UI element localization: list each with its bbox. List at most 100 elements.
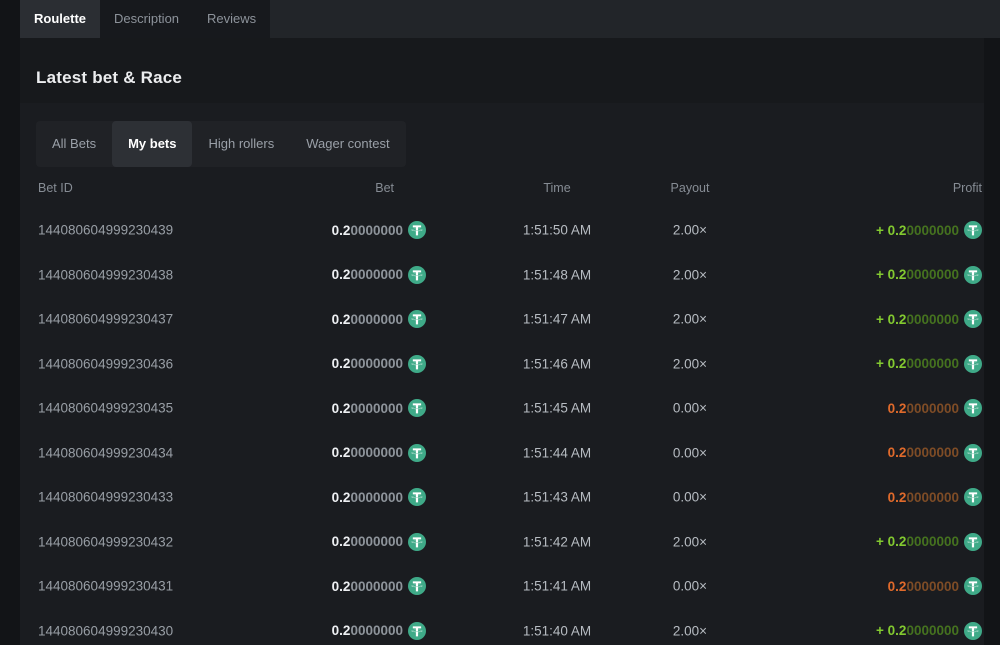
bet-amount: 0.20000000 — [266, 310, 426, 328]
bet-profit: 0.20000000 — [752, 577, 982, 595]
bet-amount-main: 0.2 — [332, 267, 351, 282]
bet-amount: 0.20000000 — [266, 266, 426, 284]
filter-tab[interactable]: All Bets — [36, 121, 112, 167]
tether-coin-icon — [408, 533, 426, 551]
game-tab[interactable]: Reviews — [193, 0, 270, 38]
tether-coin-icon — [964, 310, 982, 328]
bet-id: 144080604999230436 — [38, 356, 173, 371]
latest-bets-section: Latest bet & Race All Bets My bets High … — [20, 38, 984, 645]
filter-tab[interactable]: My bets — [112, 121, 192, 167]
bet-amount-zeros: 0000000 — [350, 534, 403, 549]
tether-coin-icon — [408, 266, 426, 284]
bet-amount-main: 0.2 — [332, 401, 351, 416]
bet-profit-sign: + — [876, 623, 888, 638]
bet-profit-main: 0.2 — [888, 356, 907, 371]
bet-amount-value: 0.20000000 — [332, 223, 403, 238]
header-bet: Bet — [266, 181, 426, 195]
game-tab-label: Roulette — [34, 11, 86, 26]
bet-amount-main: 0.2 — [332, 534, 351, 549]
header-bet-id: Bet ID — [38, 181, 73, 195]
header-payout: Payout — [620, 181, 760, 195]
game-tab[interactable]: Roulette — [20, 0, 100, 38]
bet-id: 144080604999230435 — [38, 401, 173, 416]
bet-amount-zeros: 0000000 — [350, 490, 403, 505]
bet-row[interactable]: 144080604999230432 0.20000000 1:51:42 AM… — [36, 520, 982, 565]
bet-row[interactable]: 144080604999230435 0.20000000 1:51:45 AM… — [36, 386, 982, 431]
bet-profit: + 0.20000000 — [752, 266, 982, 284]
bet-profit-zeros: 0000000 — [906, 401, 959, 416]
bet-row[interactable]: 144080604999230430 0.20000000 1:51:40 AM… — [36, 609, 982, 645]
bet-row[interactable]: 144080604999230439 0.20000000 1:51:50 AM… — [36, 208, 982, 253]
bet-id: 144080604999230431 — [38, 579, 173, 594]
bet-amount-zeros: 0000000 — [350, 579, 403, 594]
bet-amount-zeros: 0000000 — [350, 267, 403, 282]
tether-coin-icon — [964, 577, 982, 595]
bet-amount-zeros: 0000000 — [350, 223, 403, 238]
tether-coin-icon — [408, 577, 426, 595]
bet-profit-zeros: 0000000 — [906, 223, 959, 238]
bet-profit-main: 0.2 — [888, 534, 907, 549]
bet-profit-value: + 0.20000000 — [876, 312, 959, 327]
bet-payout: 2.00× — [620, 623, 760, 638]
tether-coin-icon — [408, 310, 426, 328]
bet-amount-value: 0.20000000 — [332, 356, 403, 371]
bet-row[interactable]: 144080604999230434 0.20000000 1:51:44 AM… — [36, 431, 982, 476]
bet-amount-main: 0.2 — [332, 356, 351, 371]
bet-profit-value: + 0.20000000 — [876, 356, 959, 371]
bet-row[interactable]: 144080604999230436 0.20000000 1:51:46 AM… — [36, 342, 982, 387]
bet-amount-zeros: 0000000 — [350, 445, 403, 460]
bet-profit-main: 0.2 — [888, 312, 907, 327]
bet-row[interactable]: 144080604999230438 0.20000000 1:51:48 AM… — [36, 253, 982, 298]
bet-profit-main: 0.2 — [888, 401, 907, 416]
bet-amount-main: 0.2 — [332, 579, 351, 594]
filter-tab-label: All Bets — [52, 136, 96, 151]
bet-row[interactable]: 144080604999230437 0.20000000 1:51:47 AM… — [36, 297, 982, 342]
tether-coin-icon — [964, 533, 982, 551]
bet-amount: 0.20000000 — [266, 488, 426, 506]
bet-time: 1:51:47 AM — [487, 312, 627, 327]
bet-amount-value: 0.20000000 — [332, 401, 403, 416]
game-tab[interactable]: Description — [100, 0, 193, 38]
bet-row[interactable]: 144080604999230431 0.20000000 1:51:41 AM… — [36, 564, 982, 609]
bet-time: 1:51:41 AM — [487, 579, 627, 594]
filter-tab-label: My bets — [128, 136, 176, 151]
bet-profit-value: 0.20000000 — [888, 445, 959, 460]
bet-time: 1:51:42 AM — [487, 534, 627, 549]
tether-coin-icon — [964, 355, 982, 373]
bet-amount-value: 0.20000000 — [332, 579, 403, 594]
bet-profit-zeros: 0000000 — [906, 267, 959, 282]
filter-tab[interactable]: High rollers — [192, 121, 290, 167]
bet-id: 144080604999230434 — [38, 445, 173, 460]
bet-profit-zeros: 0000000 — [906, 445, 959, 460]
bet-payout: 2.00× — [620, 267, 760, 282]
bet-id: 144080604999230430 — [38, 623, 173, 638]
bets-table-header: Bet ID Bet Time Payout Profit — [36, 167, 982, 208]
bet-profit-sign: + — [876, 267, 888, 282]
bet-profit-zeros: 0000000 — [906, 534, 959, 549]
tether-coin-icon — [964, 488, 982, 506]
bet-profit-value: 0.20000000 — [888, 401, 959, 416]
bet-payout: 2.00× — [620, 534, 760, 549]
bet-profit: 0.20000000 — [752, 488, 982, 506]
bets-table: Bet ID Bet Time Payout Profit 1440806049… — [36, 167, 982, 645]
bet-id: 144080604999230437 — [38, 312, 173, 327]
bet-amount: 0.20000000 — [266, 622, 426, 640]
bet-amount-main: 0.2 — [332, 623, 351, 638]
bet-profit-main: 0.2 — [888, 223, 907, 238]
bet-row[interactable]: 144080604999230433 0.20000000 1:51:43 AM… — [36, 475, 982, 520]
bet-time: 1:51:40 AM — [487, 623, 627, 638]
filter-tab[interactable]: Wager contest — [290, 121, 405, 167]
game-header-bar: Roulette Description Reviews — [20, 0, 1000, 38]
bet-amount-main: 0.2 — [332, 445, 351, 460]
bet-amount: 0.20000000 — [266, 533, 426, 551]
bet-amount: 0.20000000 — [266, 444, 426, 462]
bet-profit: + 0.20000000 — [752, 310, 982, 328]
bet-profit: + 0.20000000 — [752, 221, 982, 239]
bet-amount: 0.20000000 — [266, 355, 426, 373]
bet-profit: + 0.20000000 — [752, 622, 982, 640]
filter-tab-label: Wager contest — [306, 136, 389, 151]
bet-payout: 0.00× — [620, 490, 760, 505]
bet-profit-zeros: 0000000 — [906, 312, 959, 327]
bet-payout: 2.00× — [620, 312, 760, 327]
bet-profit: + 0.20000000 — [752, 533, 982, 551]
